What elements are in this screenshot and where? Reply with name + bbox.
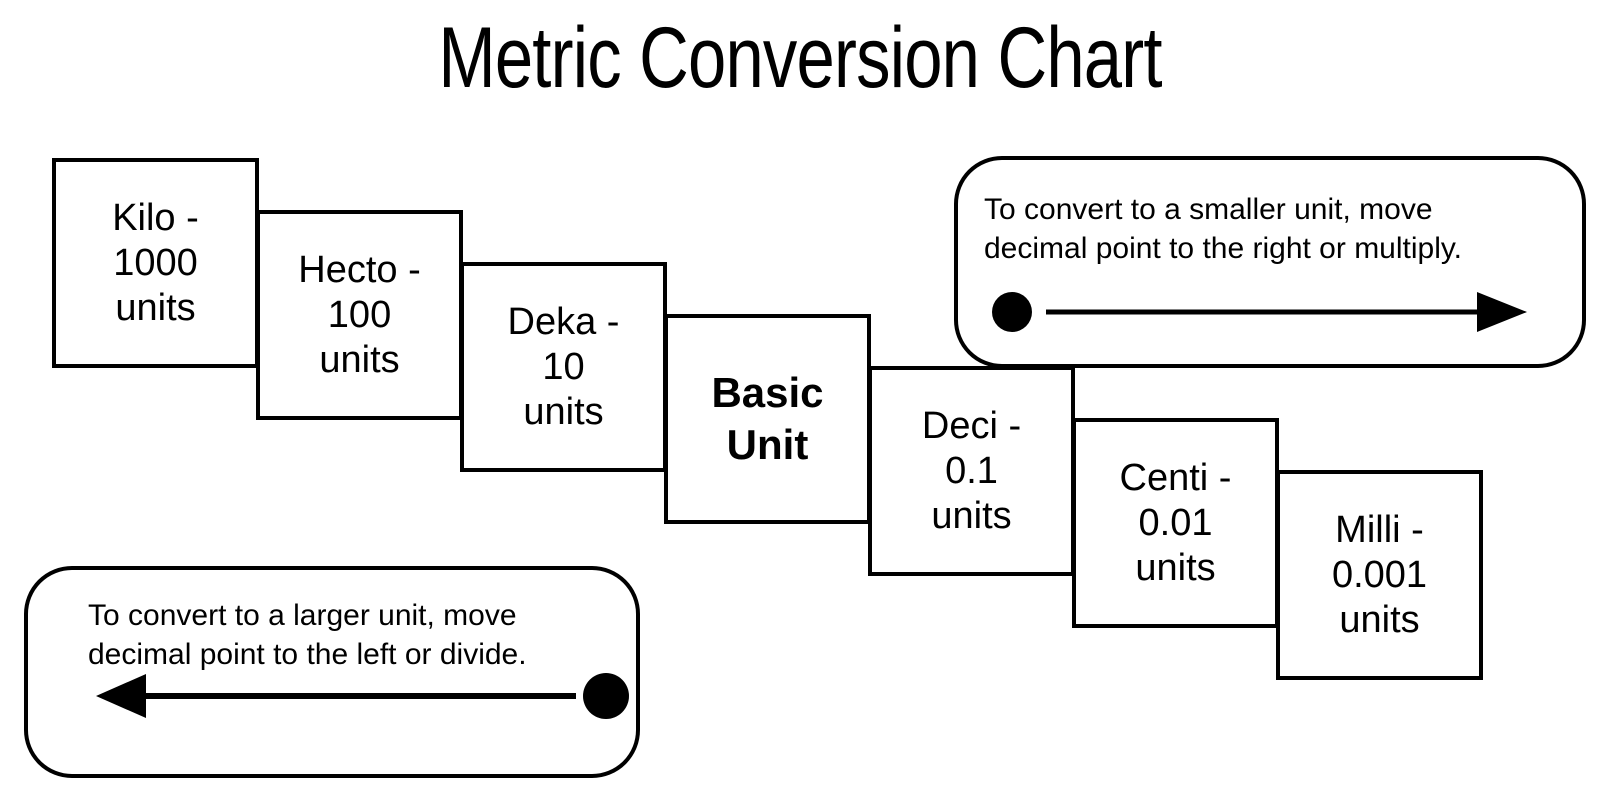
unit-box-deci: Deci - 0.1 units xyxy=(868,366,1075,576)
unit-box-kilo: Kilo - 1000 units xyxy=(52,158,259,368)
unit-box-centi: Centi - 0.01 units xyxy=(1072,418,1279,628)
unit-box-hecto: Hecto - 100 units xyxy=(256,210,463,420)
unit-box-milli: Milli - 0.001 units xyxy=(1276,470,1483,680)
unit-box-milli-label: Milli - 0.001 units xyxy=(1331,508,1428,641)
callout-larger-unit-text: To convert to a larger unit, move decima… xyxy=(88,599,527,671)
decimal-dot-icon xyxy=(583,673,629,719)
unit-box-deka-label: Deka - 10 units xyxy=(507,300,620,433)
arrow-right-icon xyxy=(992,292,1527,332)
callout-larger-unit: To convert to a larger unit, move decima… xyxy=(24,566,640,778)
callout-smaller-unit: To convert to a smaller unit, move decim… xyxy=(954,156,1586,368)
unit-box-kilo-label: Kilo - 1000 units xyxy=(112,196,199,329)
unit-box-basic-unit-label: Basic Unit xyxy=(711,369,824,468)
decimal-dot-icon xyxy=(992,292,1032,332)
unit-box-deka: Deka - 10 units xyxy=(460,262,667,472)
arrow-left-icon xyxy=(96,673,629,719)
unit-box-deci-label: Deci - 0.1 units xyxy=(921,404,1022,537)
unit-box-centi-label: Centi - 0.01 units xyxy=(1119,456,1232,589)
unit-box-hecto-label: Hecto - 100 units xyxy=(298,248,421,381)
page-title: Metric Conversion Chart xyxy=(438,10,1162,106)
metric-conversion-chart: Metric Conversion Chart Kilo - 1000 unit… xyxy=(0,0,1600,801)
callout-smaller-unit-text: To convert to a smaller unit, move decim… xyxy=(984,193,1462,265)
unit-box-basic-unit: Basic Unit xyxy=(664,314,871,524)
